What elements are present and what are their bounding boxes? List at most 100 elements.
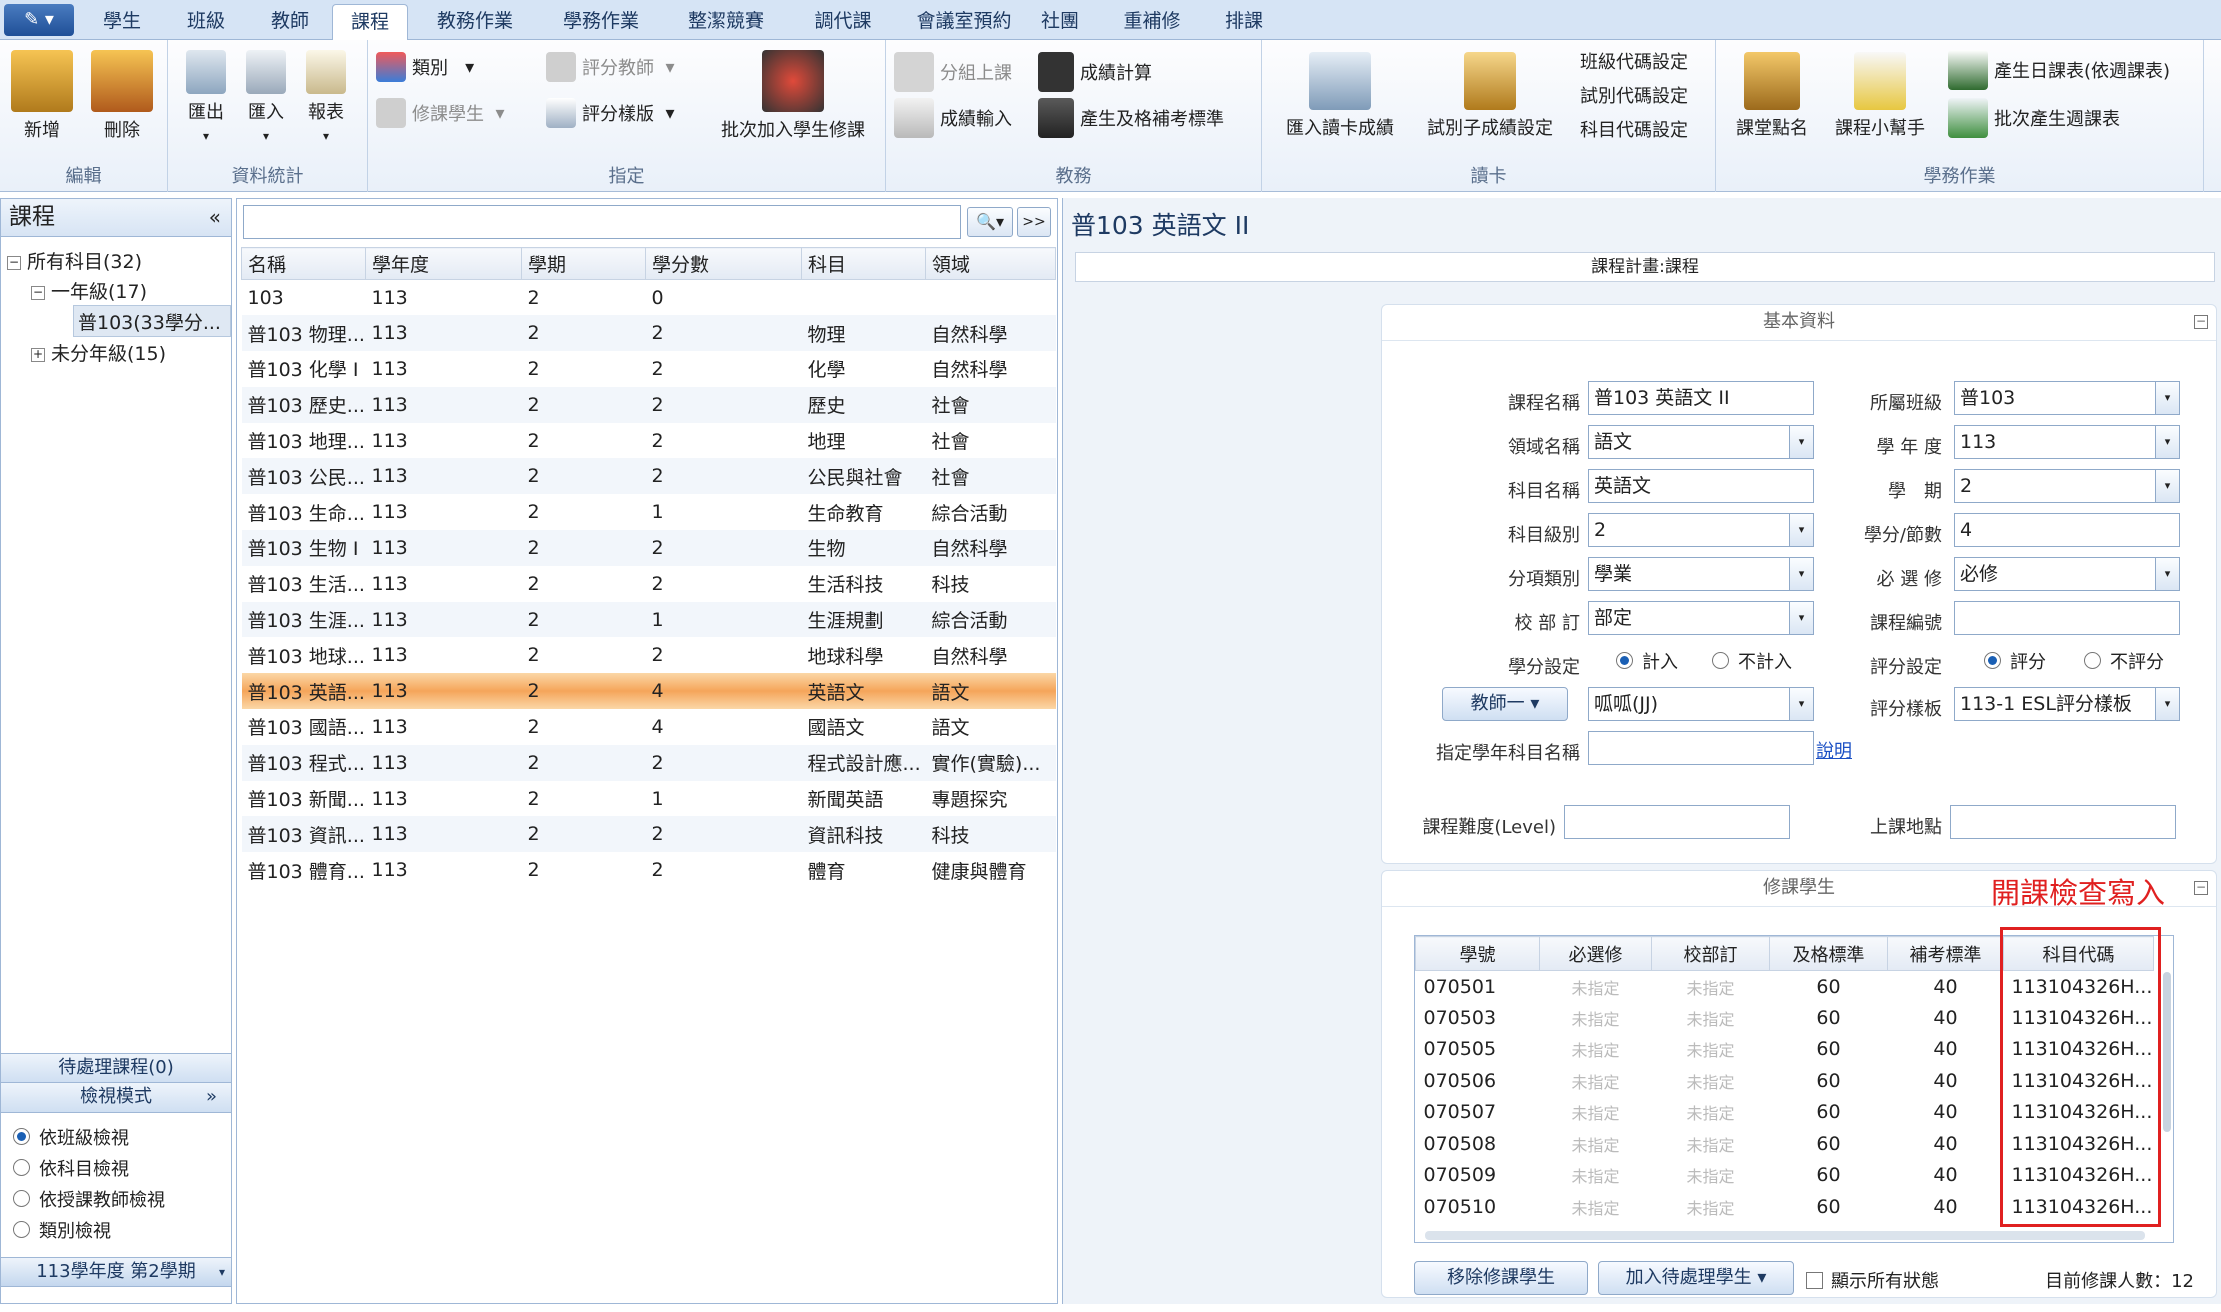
radio-grade[interactable]: 評分: [1972, 645, 2046, 676]
table-row[interactable]: 普103 歷史... 113 2 2 歷史 社會: [241, 386, 1056, 423]
course-no-field[interactable]: [1954, 601, 2180, 635]
tab-students[interactable]: 學生: [80, 4, 164, 40]
subject-code-button[interactable]: 科目代碼設定: [1580, 116, 1688, 142]
tab-courses[interactable]: 課程: [332, 4, 408, 40]
column-header[interactable]: 學年度: [365, 247, 522, 280]
tab-retake[interactable]: 重補修: [1100, 4, 1204, 40]
credit-field[interactable]: 4: [1954, 513, 2180, 547]
radio-credit-count[interactable]: 計入: [1604, 645, 1678, 676]
export-button[interactable]: 匯出 ▾: [178, 50, 234, 145]
collapse-panel-icon[interactable]: «: [209, 199, 221, 235]
tree-collapse-icon[interactable]: −: [7, 255, 21, 270]
table-row[interactable]: 普103 生涯... 113 2 1 生涯規劃 綜合活動: [241, 601, 1056, 638]
radio-view-by-subject[interactable]: 依科目檢視: [1, 1152, 231, 1183]
search-button[interactable]: 🔍▾: [967, 207, 1013, 237]
import-button[interactable]: 匯入 ▾: [238, 50, 294, 145]
category-button[interactable]: 類別 ▾: [376, 52, 474, 82]
level-select[interactable]: 2 ▾: [1588, 513, 1814, 547]
tab-classes[interactable]: 班級: [164, 4, 248, 40]
collapse-section-icon[interactable]: −: [2194, 881, 2208, 895]
column-header[interactable]: 科目: [801, 247, 926, 280]
table-row[interactable]: 普103 物理... 113 2 2 物理 自然科學: [241, 315, 1056, 352]
column-header[interactable]: 補考標準: [1887, 936, 2004, 971]
tab-scheduling[interactable]: 排課: [1204, 4, 1284, 40]
report-button[interactable]: 報表 ▾: [298, 50, 354, 145]
remove-students-button[interactable]: 移除修課學生: [1414, 1261, 1588, 1295]
location-field[interactable]: [1950, 805, 2176, 839]
column-header[interactable]: 學期: [521, 247, 646, 280]
add-button[interactable]: 新增: [6, 50, 78, 142]
grade-template-select[interactable]: 113-1 ESL評分樣板 ▾: [1954, 687, 2180, 721]
elective-select[interactable]: 必修 ▾: [1954, 557, 2180, 591]
domain-select[interactable]: 語文 ▾: [1588, 425, 1814, 459]
table-row[interactable]: 普103 生命... 113 2 1 生命教育 綜合活動: [242, 494, 1056, 530]
table-row-selected[interactable]: 普103 英語... 113 2 4 英語文 語文: [241, 673, 1056, 710]
column-header[interactable]: 名稱: [241, 247, 366, 280]
tree-class-103[interactable]: 普103(33學分...: [73, 305, 231, 337]
pass-makeup-button[interactable]: 產生及格補考標準: [1038, 98, 1224, 138]
table-row[interactable]: 普103 資訊... 113 2 2 資訊科技 科技: [241, 816, 1056, 853]
teacher-select-button[interactable]: 教師一 ▾: [1442, 687, 1568, 721]
batch-add-students-button[interactable]: 批次加入學生修課: [708, 50, 878, 142]
tab-cleanliness[interactable]: 整潔競賽: [664, 4, 788, 40]
table-row[interactable]: 普103 生物 I 113 2 2 生物 自然科學: [241, 530, 1056, 566]
course-search-input[interactable]: [243, 205, 961, 239]
course-name-field[interactable]: 普103 英語文 II: [1588, 381, 1814, 415]
tree-all-subjects[interactable]: − 所有科目(32): [7, 247, 142, 274]
class-code-button[interactable]: 班級代碼設定: [1580, 48, 1688, 74]
group-class-button[interactable]: 分組上課: [894, 52, 1012, 92]
semester-selector[interactable]: 113學年度 第2學期 ▾: [1, 1257, 231, 1287]
table-row[interactable]: 普103 地理... 113 2 2 地理 社會: [242, 423, 1056, 459]
tab-substitute[interactable]: 調代課: [788, 4, 898, 40]
radio-view-by-teacher[interactable]: 依授課教師檢視: [1, 1183, 231, 1214]
class-select[interactable]: 普103 ▾: [1954, 381, 2180, 415]
radio-view-by-class[interactable]: 依班級檢視: [1, 1121, 231, 1152]
tree-expand-icon[interactable]: +: [31, 347, 45, 362]
semester-select[interactable]: 2 ▾: [1954, 469, 2180, 503]
category-select[interactable]: 學業 ▾: [1588, 557, 1814, 591]
explain-link[interactable]: 說明: [1816, 737, 1852, 763]
column-header[interactable]: 校部訂: [1651, 936, 1770, 971]
column-header[interactable]: 及格標準: [1769, 936, 1888, 971]
table-row[interactable]: 普103 地球... 113 2 2 地球科學 自然科學: [242, 637, 1056, 673]
tab-teachers[interactable]: 教師: [248, 4, 332, 40]
subject-field[interactable]: 英語文: [1588, 469, 1814, 503]
difficulty-field[interactable]: [1564, 805, 1790, 839]
table-row[interactable]: 普103 公民... 113 2 2 公民與社會 社會: [241, 458, 1056, 495]
tab-student-affairs[interactable]: 學務作業: [538, 4, 664, 40]
roll-call-button[interactable]: 課堂點名: [1722, 52, 1822, 140]
collapse-section-icon[interactable]: −: [2194, 315, 2208, 329]
assign-name-field[interactable]: [1588, 731, 1814, 765]
tree-collapse-icon[interactable]: −: [31, 285, 45, 300]
teacher-select[interactable]: 呱呱(JJ) ▾: [1588, 687, 1814, 721]
radio-no-grade[interactable]: 不評分: [2072, 645, 2164, 676]
column-header[interactable]: 領域: [925, 247, 1056, 280]
delete-button[interactable]: 刪除: [86, 50, 158, 142]
table-row[interactable]: 103 113 2 0: [242, 280, 1056, 316]
tree-grade1[interactable]: − 一年級(17): [31, 277, 147, 304]
tab-academic-ops[interactable]: 教務作業: [412, 4, 538, 40]
advanced-search-button[interactable]: >>: [1017, 207, 1051, 237]
import-card-button[interactable]: 匯入讀卡成績: [1270, 52, 1410, 140]
exam-code-gen-button[interactable]: 試別子成績設定: [1412, 52, 1568, 140]
table-row[interactable]: 普103 程式... 113 2 2 程式設計應... 實作(實驗)...: [241, 744, 1056, 781]
exam-code-button[interactable]: 試別代碼設定: [1580, 82, 1688, 108]
batch-weekly-button[interactable]: 批次產生週課表: [1948, 98, 2120, 138]
year-select[interactable]: 113 ▾: [1954, 425, 2180, 459]
pending-courses-button[interactable]: 待處理課程(0): [1, 1053, 231, 1083]
score-input-button[interactable]: 成績輸入: [894, 98, 1012, 138]
daily-schedule-button[interactable]: 產生日課表(依週課表): [1948, 50, 2170, 90]
course-students-button[interactable]: 修課學生 ▾: [376, 98, 504, 128]
column-header[interactable]: 學號: [1415, 936, 1540, 971]
radio-credit-not-count[interactable]: 不計入: [1700, 645, 1792, 676]
app-menu-button[interactable]: ✎ ▾: [4, 4, 74, 36]
radio-view-by-category[interactable]: 類別檢視: [1, 1214, 231, 1245]
horizontal-scrollbar[interactable]: [1425, 1231, 2145, 1240]
show-all-status-checkbox[interactable]: 顯示所有狀態: [1806, 1267, 1939, 1293]
column-header[interactable]: 必選修: [1539, 936, 1652, 971]
table-row[interactable]: 普103 生活... 113 2 2 生活科技 科技: [242, 566, 1056, 602]
grading-template-button[interactable]: 評分樣版 ▾: [546, 98, 674, 128]
vertical-scrollbar[interactable]: [2163, 972, 2171, 1132]
table-row[interactable]: 普103 化學 I 113 2 2 化學 自然科學: [242, 351, 1056, 387]
view-mode-header[interactable]: 檢視模式 »: [1, 1083, 231, 1113]
